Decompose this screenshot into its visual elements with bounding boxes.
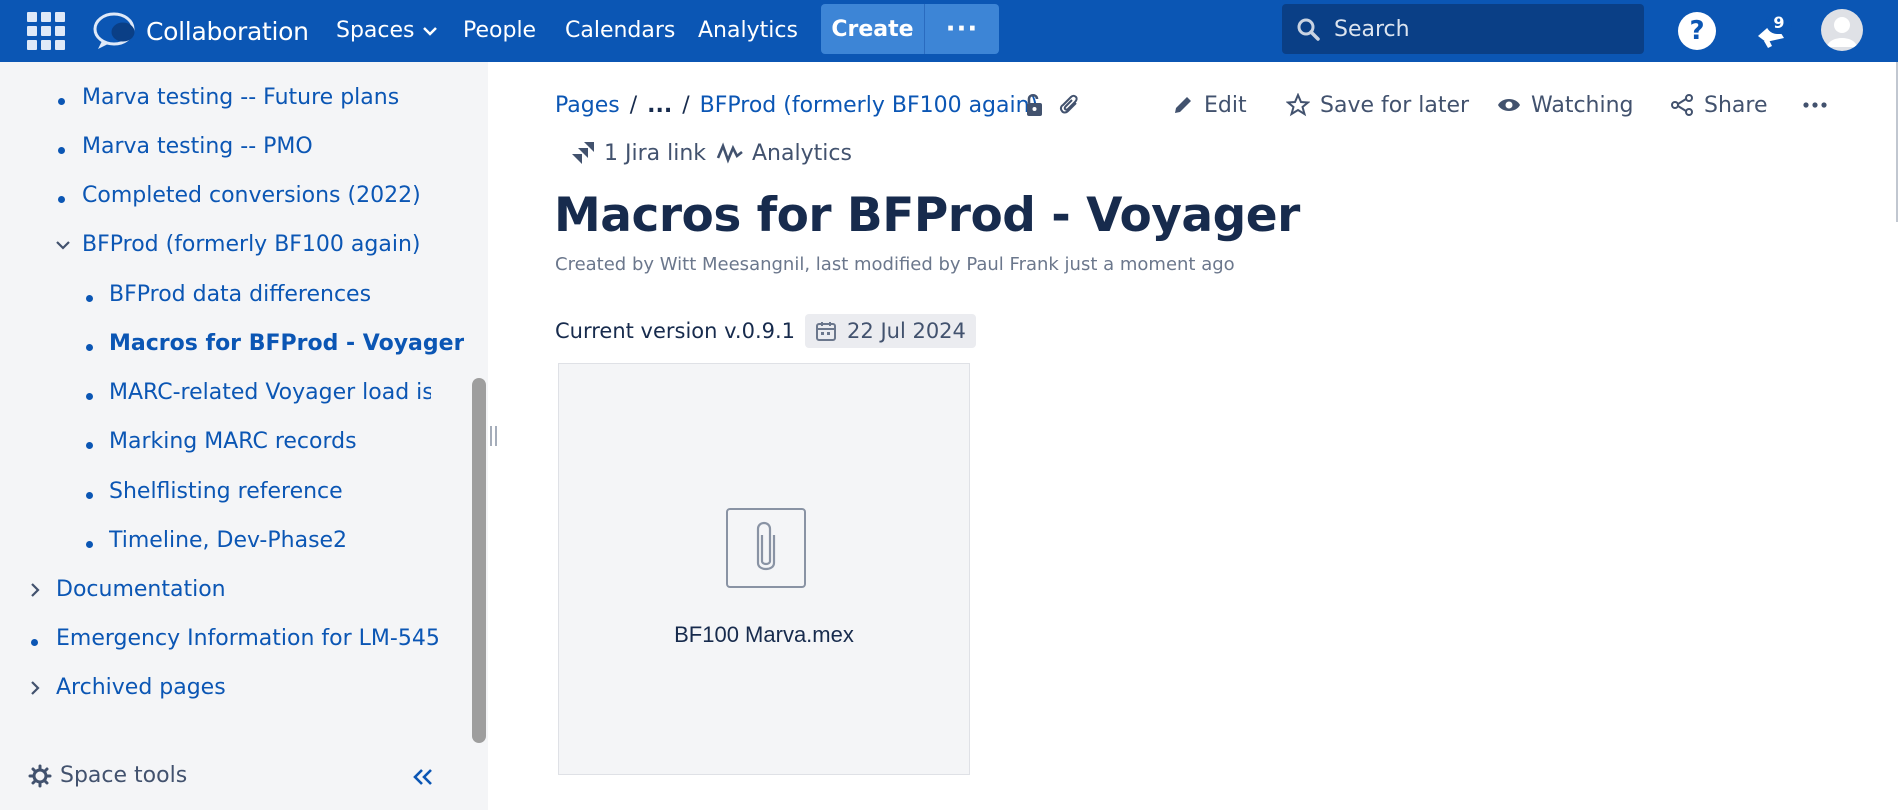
calendar-icon	[816, 322, 837, 341]
page-tree-item[interactable]: MARC-related Voyager load issues	[109, 378, 431, 408]
unlock-icon[interactable]	[1024, 92, 1046, 118]
sidebar-scrollbar[interactable]	[472, 378, 486, 743]
nav-calendars[interactable]: Calendars	[565, 0, 675, 62]
page-title: Macros for BFProd - Voyager	[554, 188, 1300, 243]
pencil-icon	[1175, 97, 1191, 113]
page-tree-item[interactable]: Shelflisting reference	[109, 477, 343, 507]
chevron-right-icon[interactable]	[30, 583, 40, 597]
byline-creator-link[interactable]: Witt Meesangnil	[660, 254, 805, 275]
page-tree-item[interactable]: Emergency Information for LM-545	[56, 624, 440, 654]
page-byline: Created by Witt Meesangnil, last modifie…	[555, 254, 1235, 275]
share-button[interactable]: Share	[1670, 90, 1768, 120]
bullet-icon	[58, 196, 65, 203]
save-for-later-label: Save for later	[1320, 92, 1470, 118]
bullet-icon	[86, 442, 93, 449]
jira-link-button[interactable]: 1 Jira link	[570, 138, 706, 168]
date-lozenge[interactable]: 22 Jul 2024	[805, 314, 976, 348]
sidebar-resize-handle[interactable]	[490, 426, 498, 446]
bullet-icon	[58, 98, 65, 105]
breadcrumb-separator: /	[629, 92, 638, 118]
top-navigation-bar: Collaboration Spaces People Calendars An…	[0, 0, 1898, 62]
jira-icon	[572, 142, 594, 164]
page-tree-item[interactable]: Archived pages	[56, 673, 226, 703]
analytics-icon	[716, 142, 743, 164]
confluence-logo-icon	[93, 12, 135, 49]
bullet-icon	[86, 393, 93, 400]
search-icon	[1297, 18, 1320, 41]
bullet-icon	[58, 147, 65, 154]
bullet-icon	[31, 639, 38, 646]
file-placeholder	[726, 508, 806, 588]
page-tree-item[interactable]: Completed conversions (2022)	[82, 181, 421, 211]
byline-modified-prefix: , last modified by	[804, 254, 967, 275]
breadcrumb-parent[interactable]: BFProd (formerly BF100 again)	[700, 93, 1039, 118]
breadcrumb-ellipsis[interactable]: ...	[647, 93, 672, 118]
watching-button[interactable]: Watching	[1497, 90, 1634, 120]
star-icon	[1286, 93, 1310, 117]
notifications-button[interactable]: 9	[1750, 12, 1794, 52]
search-input[interactable]	[1334, 16, 1624, 42]
nav-analytics[interactable]: Analytics	[698, 0, 798, 62]
bullet-icon	[86, 541, 93, 548]
page-tree-item-current[interactable]: Macros for BFProd - Voyager	[109, 329, 464, 359]
paperclip-icon	[756, 521, 776, 571]
share-label: Share	[1704, 92, 1768, 118]
bullet-icon	[86, 492, 93, 499]
analytics-label: Analytics	[752, 140, 852, 166]
more-actions-icon[interactable]	[1803, 102, 1827, 108]
save-for-later-button[interactable]: Save for later	[1286, 90, 1469, 120]
app-name: Collaboration	[146, 16, 309, 46]
notification-count-badge: 9	[1766, 12, 1792, 34]
page-tree-item[interactable]: Marking MARC records	[109, 427, 357, 457]
user-avatar[interactable]	[1821, 9, 1863, 51]
breadcrumb: Pages / ... / BFProd (formerly BF100 aga…	[555, 90, 1038, 120]
nav-spaces[interactable]: Spaces	[336, 0, 437, 62]
space-sidebar: Marva testing -- Future plans Marva test…	[0, 62, 488, 810]
attachment-preview[interactable]: BF100 Marva.mex	[558, 363, 970, 775]
help-button[interactable]: ?	[1678, 12, 1716, 50]
bullet-icon	[86, 295, 93, 302]
page-tree-item[interactable]: BFProd (formerly BF100 again)	[82, 230, 421, 260]
edit-label: Edit	[1204, 92, 1247, 118]
paperclip-icon[interactable]	[1058, 93, 1082, 117]
version-line: Current version v.0.9.1 22 Jul 2024	[555, 314, 976, 348]
eye-icon	[1498, 99, 1520, 111]
chevron-down-icon	[422, 27, 437, 36]
byline-created-prefix: Created by	[555, 254, 660, 275]
chevron-down-icon[interactable]	[56, 240, 70, 250]
gear-icon	[28, 764, 52, 787]
edit-button[interactable]: Edit	[1172, 90, 1247, 120]
collapse-sidebar-icon[interactable]	[412, 768, 434, 786]
attachment-file-name: BF100 Marva.mex	[674, 622, 854, 647]
chevron-right-icon[interactable]	[30, 681, 40, 695]
space-tools-button[interactable]: Space tools	[28, 763, 187, 788]
breadcrumb-pages[interactable]: Pages	[555, 93, 620, 118]
bullet-icon	[86, 344, 93, 351]
page-tree-item[interactable]: BFProd data differences	[109, 280, 371, 310]
create-button-group: Create ···	[821, 4, 999, 54]
page-tree-item[interactable]: Marva testing -- Future plans	[82, 83, 399, 113]
create-more-button[interactable]: ···	[924, 4, 999, 54]
jira-link-label: 1 Jira link	[604, 140, 707, 166]
page-tree-item[interactable]: Marva testing -- PMO	[82, 132, 313, 162]
app-switcher-icon[interactable]	[24, 9, 68, 53]
user-icon	[1827, 17, 1857, 47]
space-tools-label: Space tools	[60, 763, 188, 788]
share-icon	[1671, 94, 1693, 116]
nav-people[interactable]: People	[463, 0, 536, 62]
version-date: 22 Jul 2024	[847, 319, 966, 343]
analytics-button[interactable]: Analytics	[716, 138, 852, 168]
byline-modifier-link[interactable]: Paul Frank	[966, 254, 1059, 275]
create-button[interactable]: Create	[821, 4, 924, 54]
page-tree-item[interactable]: Timeline, Dev-Phase2	[109, 526, 347, 556]
nav-spaces-label: Spaces	[336, 18, 415, 43]
version-text: Current version v.0.9.1	[555, 319, 796, 343]
byline-time[interactable]: just a moment ago	[1059, 254, 1235, 275]
page-tree-item[interactable]: Documentation	[56, 575, 226, 605]
breadcrumb-separator: /	[682, 92, 690, 118]
search-box[interactable]	[1282, 4, 1644, 54]
watching-label: Watching	[1531, 92, 1634, 118]
app-logo[interactable]: Collaboration	[90, 8, 309, 54]
